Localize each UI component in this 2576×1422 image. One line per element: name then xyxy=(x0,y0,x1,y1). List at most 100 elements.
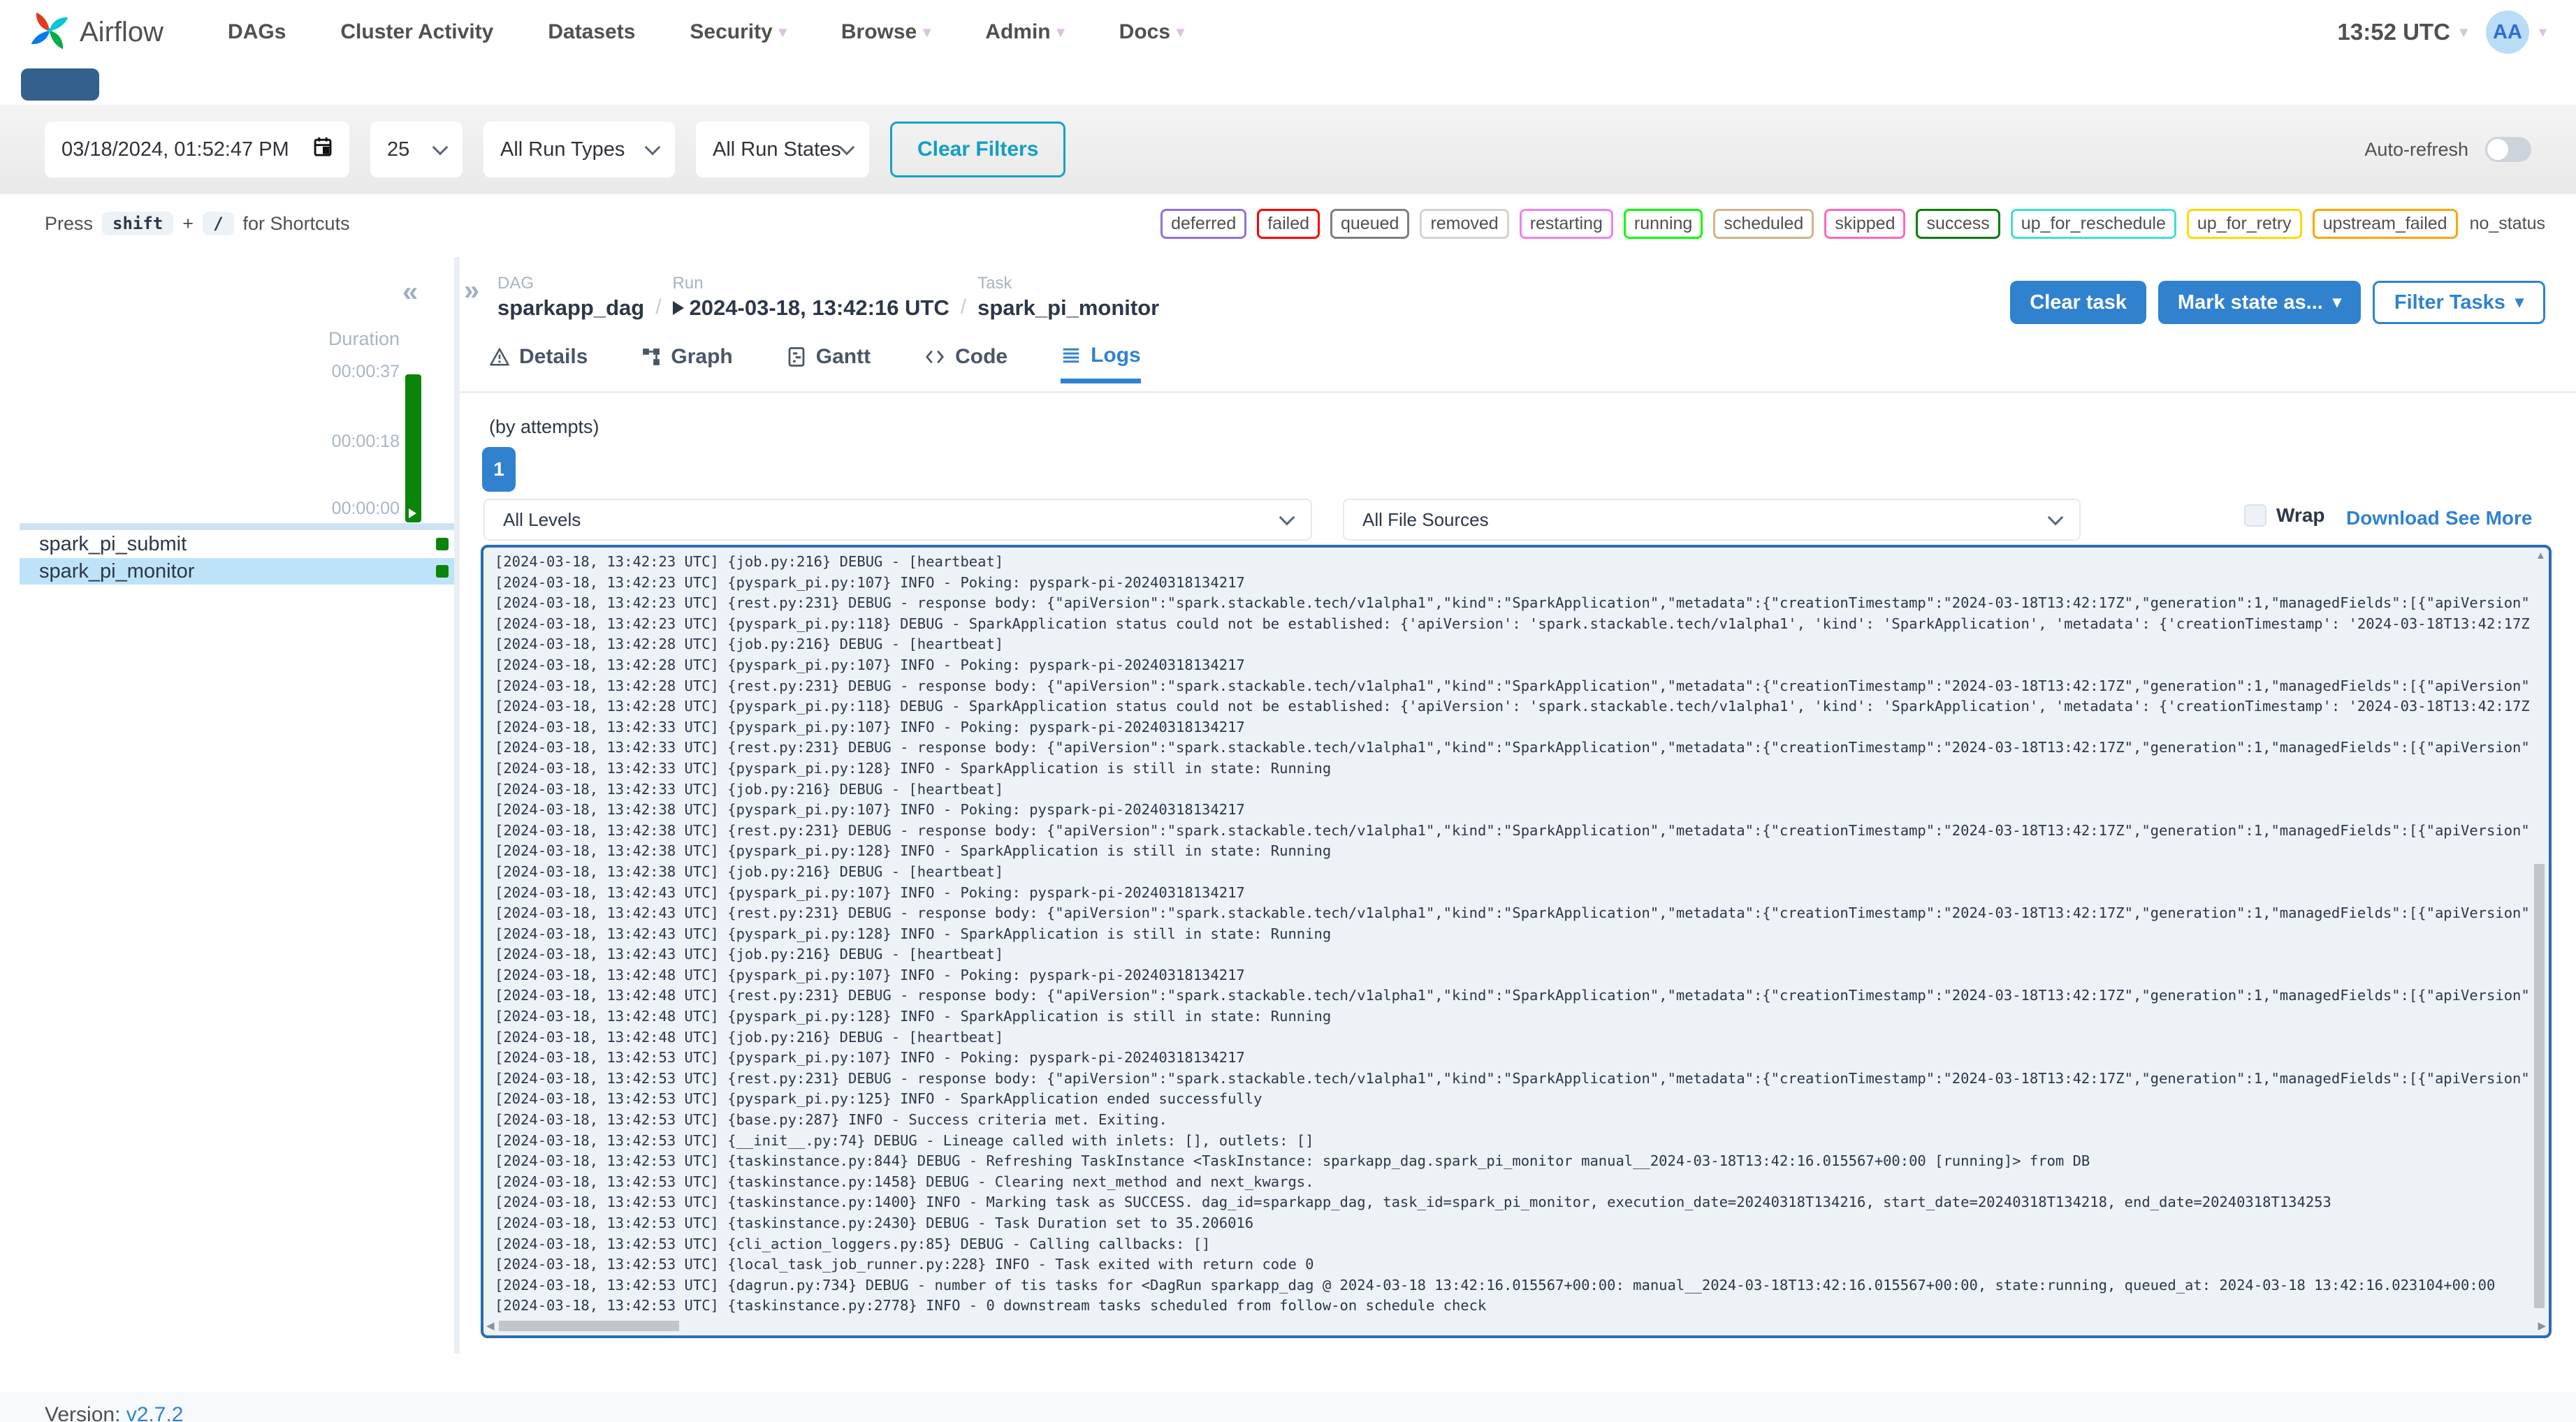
partial-run-bar[interactable] xyxy=(21,68,99,101)
mark-state-button[interactable]: Mark state as... ▾ xyxy=(2157,281,2361,324)
task-row-spark-pi-submit[interactable]: spark_pi_submit xyxy=(20,531,454,557)
auto-refresh-toggle[interactable] xyxy=(2485,137,2531,162)
log-line: [2024-03-18, 13:42:53 UTC] {taskinstance… xyxy=(495,1297,1487,1314)
status-legend: deferred failed queued removed restarting run… xyxy=(1160,208,2547,239)
tab-details[interactable]: Details xyxy=(489,344,588,381)
scroll-right-icon[interactable]: ▶ xyxy=(2538,1321,2546,1331)
log-line: [2024-03-18, 13:42:53 UTC] {__init__.py:… xyxy=(495,1131,1314,1149)
graph-icon xyxy=(641,346,662,367)
gantt-icon xyxy=(786,346,807,367)
status-badge-queued: queued xyxy=(1330,208,1410,239)
date-filter-input[interactable]: 03/18/2024, 01:52:47 PM xyxy=(45,122,349,177)
tab-gantt[interactable]: Gantt xyxy=(786,344,871,381)
run-states-select[interactable]: All Run States xyxy=(696,122,869,177)
status-badge-restarting: restarting xyxy=(1519,208,1613,239)
log-line: [2024-03-18, 13:42:53 UTC] {base.py:287}… xyxy=(495,1111,1167,1129)
tab-logs[interactable]: Logs xyxy=(1061,344,1141,383)
tab-graph[interactable]: Graph xyxy=(641,344,733,381)
file-source-value: All File Sources xyxy=(1362,508,1489,530)
vertical-scrollbar[interactable]: ▲ xyxy=(2533,550,2547,1316)
log-line: [2024-03-18, 13:42:33 UTC] {pyspark_pi.p… xyxy=(495,718,1245,735)
dag-label: DAG xyxy=(497,274,534,293)
avatar[interactable]: AA xyxy=(2485,10,2529,54)
log-line: [2024-03-18, 13:42:38 UTC] {pyspark_pi.p… xyxy=(495,842,1332,860)
calendar-icon[interactable] xyxy=(313,136,333,163)
nav-item-cluster-activity[interactable]: Cluster Activity xyxy=(340,20,493,44)
scroll-up-icon[interactable]: ▲ xyxy=(2535,550,2546,561)
breadcrumb-task[interactable]: Task spark_pi_monitor xyxy=(977,274,1159,321)
vertical-scroll-thumb[interactable] xyxy=(2534,864,2545,1309)
task-status-square[interactable] xyxy=(436,538,449,550)
run-play-icon xyxy=(672,301,684,315)
clear-filters-button[interactable]: Clear Filters xyxy=(890,122,1066,177)
dag-value[interactable]: sparkapp_dag xyxy=(497,295,644,321)
log-level-select[interactable]: All Levels xyxy=(483,499,1312,541)
task-status-square[interactable] xyxy=(436,565,449,578)
filter-tasks-button[interactable]: Filter Tasks ▾ xyxy=(2372,281,2545,324)
nav-item-admin[interactable]: Admin ▾ xyxy=(985,20,1064,44)
nav-item-datasets[interactable]: Datasets xyxy=(548,20,635,44)
panel-divider[interactable] xyxy=(454,257,460,1354)
chevron-down-icon xyxy=(644,139,661,156)
task-value[interactable]: spark_pi_monitor xyxy=(977,295,1159,321)
chevron-down-icon xyxy=(432,139,449,156)
scroll-left-icon[interactable]: ◀ xyxy=(486,1321,495,1331)
nav-item-label: Datasets xyxy=(548,20,636,43)
nav-item-docs[interactable]: Docs ▾ xyxy=(1119,20,1184,44)
footer: Version: v2.7.2 xyxy=(0,1392,2576,1422)
detail-tabs: Details Graph Gantt Code Logs xyxy=(489,344,1141,383)
airflow-brand[interactable]: Airflow xyxy=(29,10,163,54)
sidebar-collapse-button[interactable]: « xyxy=(402,277,418,308)
log-line: [2024-03-18, 13:42:23 UTC] {pyspark_pi.p… xyxy=(495,573,1245,591)
see-more-link[interactable]: See More xyxy=(2445,507,2533,529)
user-menu[interactable]: AA ▾ xyxy=(2485,10,2547,54)
nav-menu: DAGs Cluster Activity Datasets Security ▾ Bro… xyxy=(228,20,1184,44)
tabs-bottom-border xyxy=(460,391,2576,393)
file-source-select[interactable]: All File Sources xyxy=(1343,499,2081,541)
log-line: [2024-03-18, 13:42:53 UTC] {rest.py:231}… xyxy=(495,1069,2529,1087)
download-link[interactable]: Download xyxy=(2346,507,2440,529)
play-icon xyxy=(409,508,416,518)
chevron-down-icon xyxy=(1279,509,1295,526)
clock-dropdown[interactable]: 13:52 UTC ▾ xyxy=(2338,19,2468,45)
selected-run-strip xyxy=(20,523,454,530)
axis-tick: 00:00:37 xyxy=(331,362,400,381)
page-size-value: 25 xyxy=(387,138,410,161)
chevron-down-icon xyxy=(838,139,855,156)
log-line: [2024-03-18, 13:42:38 UTC] {pyspark_pi.p… xyxy=(495,801,1245,819)
horizontal-scroll-thumb[interactable] xyxy=(499,1321,679,1331)
log-line: [2024-03-18, 13:42:48 UTC] {rest.py:231}… xyxy=(495,987,2529,1004)
run-duration-bar[interactable] xyxy=(405,374,421,522)
nav-item-label: DAGs xyxy=(228,20,286,43)
task-row-spark-pi-monitor[interactable]: spark_pi_monitor xyxy=(20,558,454,585)
status-badge-scheduled: scheduled xyxy=(1713,208,1814,239)
nav-item-browse[interactable]: Browse ▾ xyxy=(841,20,931,44)
log-line: [2024-03-18, 13:42:53 UTC] {pyspark_pi.p… xyxy=(495,1090,1262,1108)
breadcrumb-separator: / xyxy=(960,295,967,318)
details-expand-button[interactable]: » xyxy=(464,275,479,307)
breadcrumb-dag[interactable]: DAG sparkapp_dag xyxy=(497,274,644,321)
run-value[interactable]: 2024-03-18, 13:42:16 UTC xyxy=(672,295,949,321)
log-line: [2024-03-18, 13:42:28 UTC] {job.py:216} … xyxy=(495,636,1004,653)
breadcrumb-run[interactable]: Run 2024-03-18, 13:42:16 UTC xyxy=(672,274,949,321)
wrap-checkbox[interactable] xyxy=(2244,504,2266,527)
horizontal-scrollbar[interactable]: ◀ ▶ xyxy=(486,1319,2546,1333)
chevron-down-icon: ▾ xyxy=(778,23,787,41)
logs-icon xyxy=(1061,345,1082,366)
task-name: spark_pi_monitor xyxy=(39,559,195,582)
date-filter-value: 03/18/2024, 01:52:47 PM xyxy=(61,138,289,161)
status-badge-removed: removed xyxy=(1420,208,1509,239)
clear-task-button[interactable]: Clear task xyxy=(2010,281,2146,324)
tab-code[interactable]: Code xyxy=(924,344,1007,381)
attempt-1-button[interactable]: 1 xyxy=(482,447,516,492)
nav-item-dags[interactable]: DAGs xyxy=(228,20,286,44)
page-size-select[interactable]: 25 xyxy=(370,122,463,177)
chevron-down-icon: ▾ xyxy=(2515,293,2524,311)
run-types-select[interactable]: All Run Types xyxy=(483,122,675,177)
log-line: [2024-03-18, 13:42:28 UTC] {pyspark_pi.p… xyxy=(495,656,1245,673)
version-link[interactable]: v2.7.2 xyxy=(126,1403,184,1422)
log-line: [2024-03-18, 13:42:53 UTC] {dagrun.py:73… xyxy=(495,1276,2496,1293)
nav-item-security[interactable]: Security ▾ xyxy=(690,20,786,44)
status-badge-up-for-retry: up_for_retry xyxy=(2186,208,2302,239)
log-line: [2024-03-18, 13:42:53 UTC] {pyspark_pi.p… xyxy=(495,1049,1245,1066)
